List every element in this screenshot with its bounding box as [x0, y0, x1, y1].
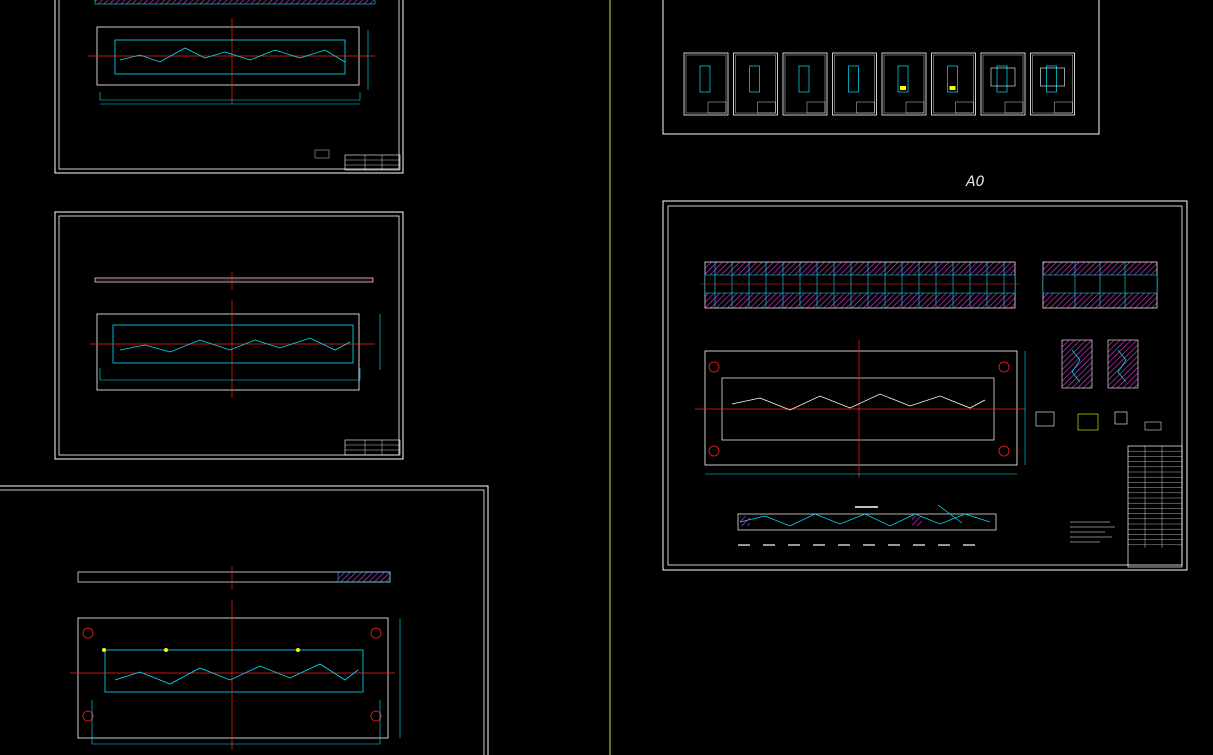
side-view-bottom	[77, 566, 391, 590]
thumbnail-sheet[interactable]	[980, 52, 1026, 116]
thumbnail-sheet[interactable]	[1030, 52, 1075, 116]
thumbnail-sheet[interactable]	[881, 52, 927, 116]
strip-layout	[737, 504, 997, 546]
cad-drawing-canvas[interactable]: A0	[0, 0, 1213, 755]
die-plate-bottom	[70, 600, 401, 750]
die-plate-mid	[90, 300, 381, 398]
thumbnail-sheet[interactable]	[683, 52, 729, 116]
title-block-top-left	[314, 149, 401, 171]
thumbnail-sheet[interactable]	[832, 52, 877, 116]
title-block-mid-left	[344, 439, 401, 456]
sheet-top-left[interactable]	[54, 0, 404, 174]
sheet-bottom-left[interactable]	[0, 485, 489, 755]
side-view-mid	[94, 272, 374, 290]
sheet-label-main: A0	[965, 174, 985, 190]
technical-notes	[1070, 521, 1115, 543]
thumbnail-sheet[interactable]	[782, 52, 828, 116]
die-plate-top	[88, 18, 375, 105]
section-view-short	[1042, 261, 1158, 309]
sheet-main-right[interactable]	[662, 200, 1188, 571]
thumbnail-sheets	[683, 52, 1075, 116]
detail-sections	[1035, 339, 1162, 431]
section-view-long	[700, 261, 1020, 309]
sheet-mid-left[interactable]	[54, 211, 404, 460]
sheet-top-right[interactable]	[662, 0, 1100, 135]
plan-view	[695, 340, 1026, 478]
thumbnail-sheet[interactable]	[733, 52, 778, 116]
thumbnail-sheet[interactable]	[931, 52, 976, 116]
bill-of-materials	[1127, 445, 1183, 568]
